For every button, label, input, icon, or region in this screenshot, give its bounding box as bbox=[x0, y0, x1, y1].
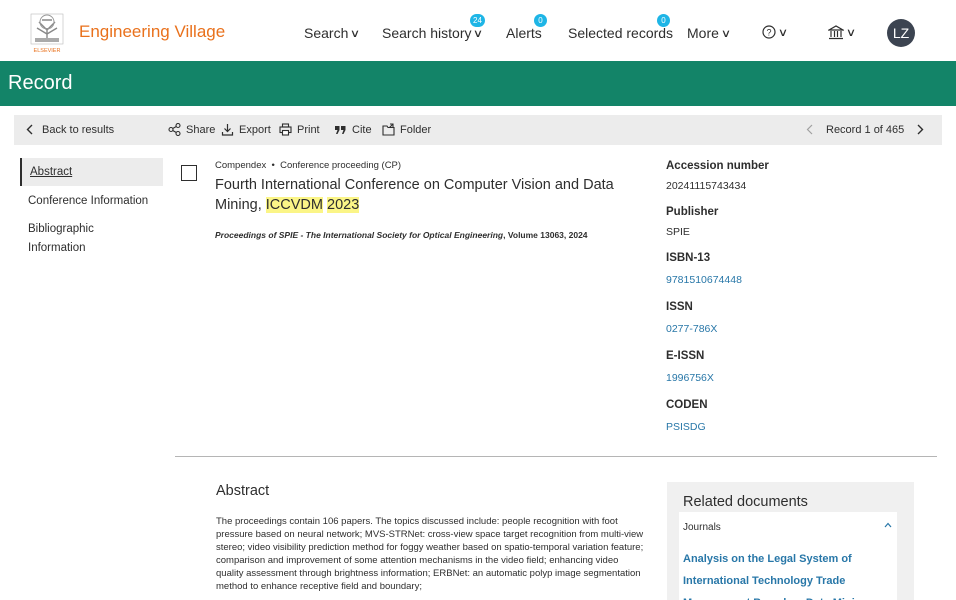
nav-alerts-label: Alerts bbox=[506, 25, 542, 41]
folder-add-icon bbox=[382, 123, 395, 136]
cite-button[interactable]: Cite bbox=[334, 123, 372, 136]
printer-icon bbox=[279, 123, 292, 136]
svg-text:?: ? bbox=[766, 28, 771, 38]
nav-search-label: Search bbox=[304, 25, 349, 41]
select-record-checkbox[interactable] bbox=[181, 165, 197, 181]
nav-search-history-label: Search history bbox=[382, 25, 472, 41]
help-menu[interactable]: ? ∨ bbox=[762, 25, 789, 39]
print-label: Print bbox=[297, 123, 320, 136]
database-name: Compendex bbox=[215, 160, 267, 171]
section-divider bbox=[175, 456, 937, 457]
help-icon: ? bbox=[762, 25, 776, 39]
chevron-down-icon: ∨ bbox=[777, 26, 789, 39]
document-type: Conference proceeding (CP) bbox=[280, 160, 402, 171]
related-category-label: Journals bbox=[683, 522, 721, 533]
share-button[interactable]: Share bbox=[168, 123, 215, 136]
related-documents-heading: Related documents bbox=[683, 494, 808, 510]
publisher-label: Publisher bbox=[666, 206, 719, 218]
chevron-left-icon bbox=[26, 124, 33, 135]
institution-menu[interactable]: ∨ bbox=[828, 25, 857, 40]
nav-search[interactable]: Search ∨ bbox=[304, 25, 361, 41]
accession-number-label: Accession number bbox=[666, 160, 769, 172]
cite-label: Cite bbox=[352, 123, 372, 136]
issn-label: ISSN bbox=[666, 301, 693, 313]
page-header-band: Record bbox=[0, 61, 956, 106]
back-to-results-link[interactable]: Back to results bbox=[24, 123, 114, 136]
related-document-link[interactable]: Analysis on the Legal System of Internat… bbox=[683, 548, 883, 600]
share-icon bbox=[168, 123, 181, 136]
chevron-down-icon: ∨ bbox=[473, 27, 484, 40]
user-avatar[interactable]: LZ bbox=[887, 19, 915, 47]
source-journal: Proceedings of SPIE - The International … bbox=[215, 230, 504, 240]
nav-more-label: More bbox=[687, 25, 719, 41]
side-nav-conference-information[interactable]: Conference Information bbox=[20, 192, 163, 211]
export-label: Export bbox=[239, 123, 271, 136]
nav-selected-records[interactable]: Selected records 0 bbox=[568, 14, 674, 41]
source-volume: , Volume 13063, 2024 bbox=[503, 230, 588, 240]
chevron-down-icon: ∨ bbox=[720, 27, 732, 40]
separator-dot: • bbox=[271, 160, 275, 171]
record-counter: Record 1 of 465 bbox=[826, 123, 905, 136]
alerts-count-badge: 0 bbox=[534, 14, 547, 27]
record-type-line: Compendex • Conference proceeding (CP) bbox=[215, 160, 401, 171]
abstract-text: The proceedings contain 106 papers. The … bbox=[216, 516, 644, 592]
back-to-results-label: Back to results bbox=[42, 123, 115, 136]
chevron-right-icon[interactable] bbox=[913, 123, 926, 136]
share-label: Share bbox=[186, 123, 216, 136]
chevron-down-icon: ∨ bbox=[350, 27, 361, 40]
issn-link[interactable]: 0277-786X bbox=[666, 323, 717, 335]
download-icon bbox=[221, 124, 234, 136]
print-button[interactable]: Print bbox=[279, 123, 320, 136]
folder-label: Folder bbox=[400, 123, 432, 136]
accession-number-value: 20241115743434 bbox=[666, 180, 747, 192]
isbn-link[interactable]: 9781510674448 bbox=[666, 274, 742, 286]
record-source: Proceedings of SPIE - The International … bbox=[215, 230, 588, 240]
side-nav-abstract[interactable]: Abstract bbox=[20, 158, 163, 186]
isbn-label: ISBN-13 bbox=[666, 252, 711, 264]
brand-name[interactable]: Engineering Village bbox=[79, 22, 225, 42]
abstract-heading: Abstract bbox=[216, 483, 270, 499]
institution-icon bbox=[828, 25, 844, 40]
eissn-label: E-ISSN bbox=[666, 350, 705, 362]
side-nav-bibliographic-information[interactable]: Bibliographic Information bbox=[20, 220, 130, 258]
nav-search-history[interactable]: Search history ∨ 24 bbox=[382, 14, 485, 41]
nav-selected-records-label: Selected records bbox=[568, 25, 674, 41]
elsevier-logo[interactable]: ELSEVIER bbox=[27, 12, 67, 54]
record-toolbar: Back to results Share Export Print Cite bbox=[14, 115, 942, 145]
top-navigation: ELSEVIER Engineering Village Search ∨ Se… bbox=[0, 0, 956, 61]
chevron-left-icon[interactable] bbox=[804, 123, 817, 136]
chevron-down-icon: ∨ bbox=[845, 27, 857, 39]
title-highlight-acronym: ICCVDM bbox=[265, 197, 323, 213]
record-title: Fourth International Conference on Compu… bbox=[215, 175, 655, 215]
nav-more[interactable]: More ∨ bbox=[687, 25, 732, 41]
chevron-up-icon[interactable] bbox=[883, 520, 893, 530]
title-highlight-year: 2023 bbox=[327, 197, 360, 213]
search-history-count-badge: 24 bbox=[470, 14, 485, 27]
page-title: Record bbox=[8, 72, 73, 94]
eissn-link[interactable]: 1996756X bbox=[666, 372, 714, 384]
record-pager: Record 1 of 465 bbox=[804, 123, 926, 136]
coden-label: CODEN bbox=[666, 399, 708, 411]
selected-records-count-badge: 0 bbox=[657, 14, 670, 27]
publisher-value: SPIE bbox=[666, 226, 690, 238]
folder-button[interactable]: Folder bbox=[382, 123, 431, 136]
quote-icon bbox=[335, 126, 346, 134]
export-button[interactable]: Export bbox=[221, 123, 271, 136]
coden-link[interactable]: PSISDG bbox=[666, 421, 706, 433]
related-journals-section: Journals Analysis on the Legal System of… bbox=[679, 512, 897, 600]
elsevier-wordmark: ELSEVIER bbox=[34, 48, 61, 54]
nav-alerts[interactable]: Alerts 0 bbox=[506, 14, 547, 41]
related-documents-panel: Related documents Journals Analysis on t… bbox=[667, 482, 914, 600]
